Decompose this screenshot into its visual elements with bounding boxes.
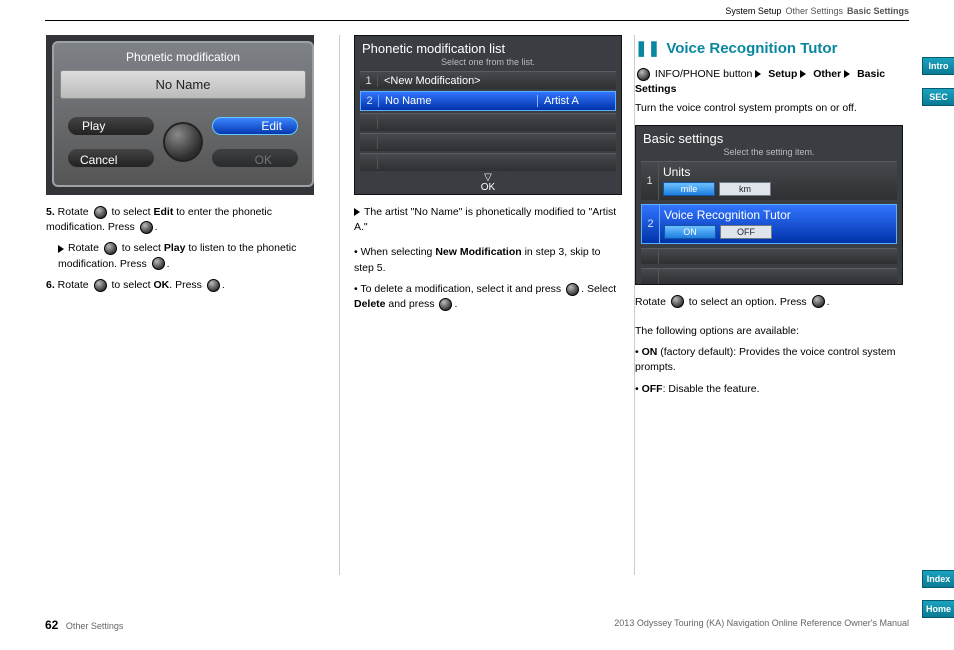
tab-label: Home [926, 604, 951, 614]
dial-icon [812, 295, 825, 308]
tab-intro[interactable]: Intro [922, 57, 954, 75]
crumb: Basic Settings [847, 6, 909, 16]
tab-sec[interactable]: SEC [922, 88, 954, 106]
arrow-icon [58, 245, 64, 253]
section-heading: ❚❚ Voice Recognition Tutor [635, 35, 912, 61]
row-num: 1 [641, 162, 659, 200]
setting-units[interactable]: 1 Units mile km [641, 161, 897, 200]
button-icon [637, 68, 650, 81]
list-row[interactable] [360, 113, 616, 131]
opt-off[interactable]: OFF [720, 225, 772, 239]
opt-on[interactable]: ON [664, 225, 716, 239]
section-sub: Turn the voice control system prompts on… [635, 101, 912, 116]
screenshot-basic-settings: Basic settings Select the setting item. … [635, 125, 903, 285]
instructions: The artist "No Name" is phonetically mod… [354, 205, 620, 312]
page-number: 62 [45, 618, 58, 632]
dial-icon [104, 242, 117, 255]
dial-icon [207, 279, 220, 292]
dial-icon [163, 122, 203, 162]
list-subtitle: Select one from the list. [354, 56, 622, 71]
crumb: System Setup [725, 6, 781, 16]
row-num [360, 117, 378, 129]
list-row[interactable] [360, 133, 616, 151]
nav-path: INFO/PHONE button Setup Other Basic Sett… [635, 67, 912, 97]
list-row[interactable] [360, 153, 616, 171]
arrow-icon [354, 208, 360, 216]
ok-bar[interactable]: ▽ OK [354, 174, 622, 193]
tab-label: Intro [929, 61, 949, 71]
play-label: Play [82, 119, 105, 133]
edit-label: Edit [261, 119, 282, 133]
page-footer: 62 Other Settings 2013 Odyssey Touring (… [45, 618, 909, 632]
dial-icon [152, 257, 165, 270]
setting-empty [641, 268, 897, 284]
row-num [360, 157, 378, 169]
list-row-selected[interactable]: 2 No Name Artist A [360, 91, 616, 111]
edit-segment[interactable] [212, 117, 298, 135]
footer-manual: 2013 Odyssey Touring (KA) Navigation Onl… [614, 618, 909, 632]
instructions: 5. Rotate to select Edit to enter the ph… [46, 205, 324, 293]
row-label: No Name [379, 95, 537, 107]
row-num: 2 [361, 95, 379, 107]
dial-icon [94, 206, 107, 219]
dialog-title: Phonetic modification [60, 49, 306, 70]
tab-home[interactable]: Home [922, 600, 954, 618]
dial-icon [439, 298, 452, 311]
row-num: 2 [642, 205, 660, 243]
list-title: Phonetic modification list [354, 35, 622, 56]
row-value: Artist A [537, 95, 615, 107]
arrow-icon [844, 70, 850, 78]
dial-icon [140, 221, 153, 234]
heading-text: Voice Recognition Tutor [666, 40, 837, 57]
row-num [360, 137, 378, 149]
tab-label: SEC [929, 92, 948, 102]
cancel-label: Cancel [80, 153, 117, 167]
instructions: Rotate to select an option. Press . The … [635, 295, 912, 397]
chevron-down-icon: ▽ [354, 174, 622, 182]
settings-subtitle: Select the setting item. [635, 146, 903, 161]
list-row[interactable]: 1 <New Modification> [360, 71, 616, 89]
screenshot-phonetic-modification: Select an item Phonetic modification No … [46, 35, 314, 195]
screenshot-modification-list: Phonetic modification list Select one fr… [354, 35, 622, 195]
row-label: <New Modification> [378, 75, 616, 87]
footer-section: Other Settings [66, 621, 124, 631]
setting-empty [641, 248, 897, 264]
setting-label: Voice Recognition Tutor [662, 207, 896, 225]
settings-title: Basic settings [635, 125, 903, 146]
tab-index[interactable]: Index [922, 570, 954, 588]
dial-icon [671, 295, 684, 308]
arrow-icon [800, 70, 806, 78]
dial-icon [94, 279, 107, 292]
tab-label: Index [927, 574, 951, 584]
ok-label: OK [481, 182, 495, 193]
modification-value[interactable]: No Name [60, 70, 306, 99]
ok-label: OK [255, 153, 272, 167]
opt-mile[interactable]: mile [663, 182, 715, 196]
arrow-icon [755, 70, 761, 78]
row-num: 1 [360, 75, 378, 87]
play-segment[interactable] [68, 117, 154, 135]
dial-icon [566, 283, 579, 296]
crumb: Other Settings [785, 6, 843, 16]
setting-voice-tutor[interactable]: 2 Voice Recognition Tutor ON OFF [641, 204, 897, 244]
opt-km[interactable]: km [719, 182, 771, 196]
breadcrumb: System Setup Other Settings Basic Settin… [45, 0, 909, 21]
setting-label: Units [661, 164, 897, 182]
